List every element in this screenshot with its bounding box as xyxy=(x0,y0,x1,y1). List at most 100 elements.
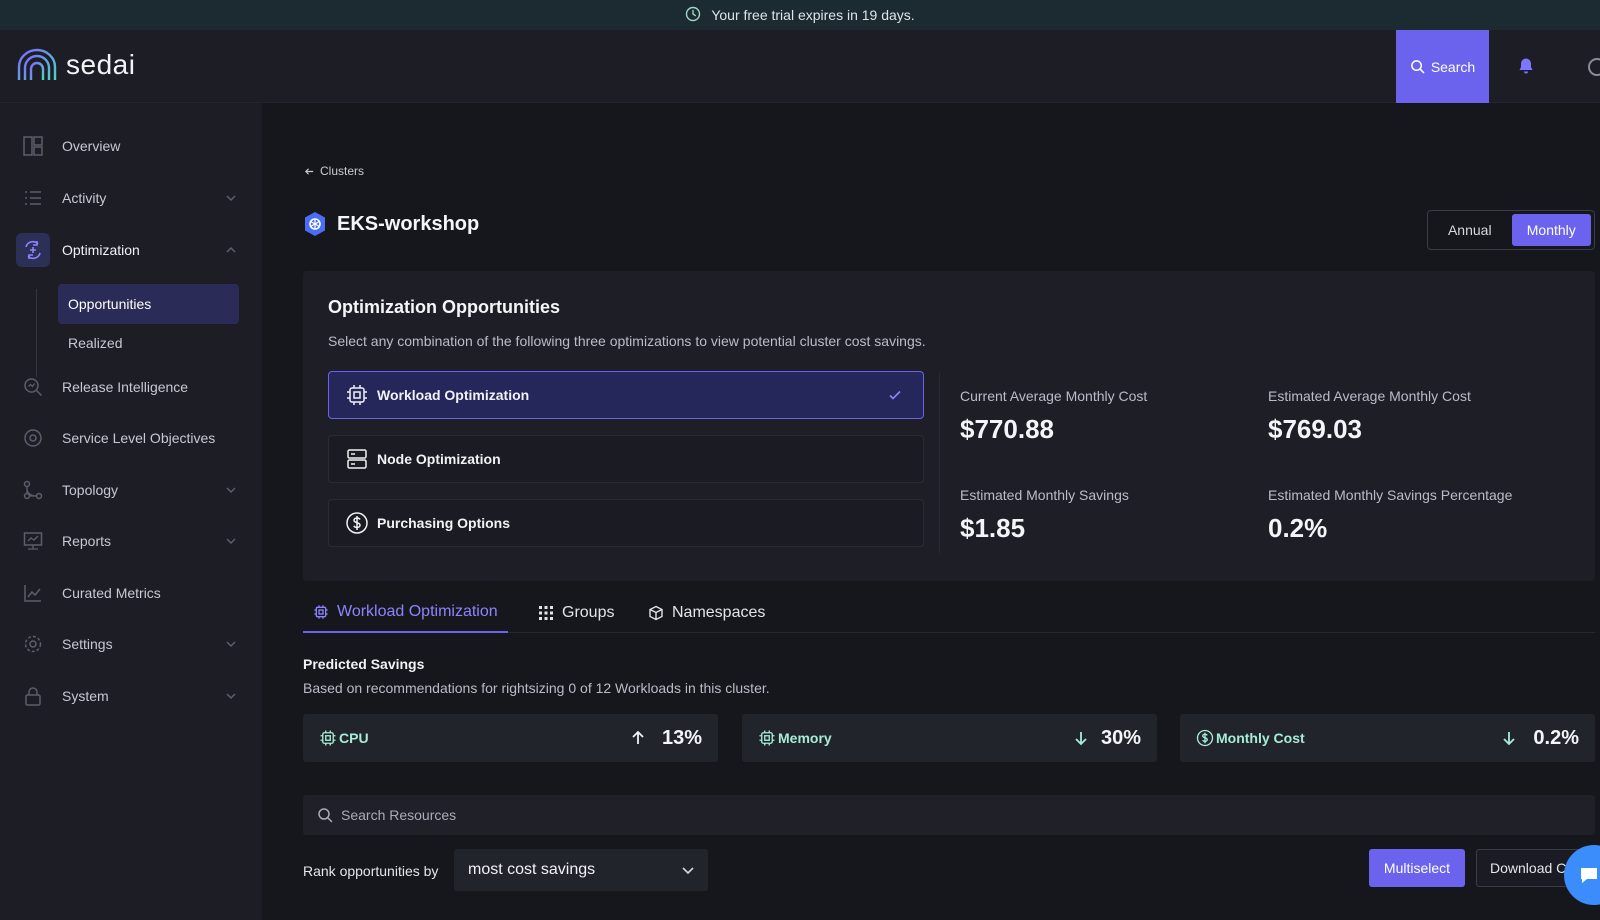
sidebar-item-slo[interactable]: Service Level Objectives xyxy=(0,418,262,458)
tab-namespaces[interactable]: Namespaces xyxy=(648,593,765,633)
dollar-circle-icon xyxy=(1196,729,1214,747)
sidebar-item-overview[interactable]: Overview xyxy=(0,126,262,166)
savings-card-monthly-cost: Monthly Cost 0.2% xyxy=(1180,714,1595,762)
metric-value: 0.2% xyxy=(1268,513,1328,543)
target-icon xyxy=(22,427,44,449)
resource-search-input[interactable] xyxy=(341,795,1541,835)
sidebar-item-label: Curated Metrics xyxy=(62,585,161,601)
sidebar-item-label: Topology xyxy=(62,482,119,498)
savings-card-label: Monthly Cost xyxy=(1216,730,1305,746)
metric-label: Estimated Average Monthly Cost xyxy=(1268,388,1471,404)
cpu-icon xyxy=(347,385,367,405)
optimization-opportunities-panel: Optimization Opportunities Select any co… xyxy=(303,271,1595,581)
rank-label: Rank opportunities by xyxy=(303,863,439,879)
sidebar-item-label: Release Intelligence xyxy=(62,379,189,395)
lock-icon xyxy=(22,685,44,707)
option-workload-optimization[interactable]: Workload Optimization xyxy=(328,371,924,419)
grid-icon xyxy=(539,606,553,620)
sidebar-item-label: Service Level Objectives xyxy=(62,430,216,446)
sidebar-item-label: Overview xyxy=(62,138,121,154)
sidebar: Overview Activity Optimization Opportuni… xyxy=(0,103,262,920)
panel-description: Select any combination of the following … xyxy=(328,333,926,349)
tab-label: Groups xyxy=(562,604,615,621)
option-purchasing-options[interactable]: Purchasing Options xyxy=(328,499,924,547)
metric-estimated-monthly-cost: Estimated Average Monthly Cost $769.03 xyxy=(1268,388,1471,445)
sidebar-item-curated-metrics[interactable]: Curated Metrics xyxy=(0,573,262,613)
page-header: EKS-workshop xyxy=(303,211,479,237)
top-bar: sedai Search xyxy=(0,30,1600,103)
metric-current-monthly-cost: Current Average Monthly Cost $770.88 xyxy=(960,388,1147,445)
sedai-logo-icon xyxy=(17,48,57,80)
line-chart-icon xyxy=(22,582,44,604)
sidebar-item-optimization[interactable]: Optimization xyxy=(0,230,262,270)
savings-card-memory: Memory 30% xyxy=(742,714,1157,762)
sidebar-subitem-opportunities[interactable]: Opportunities xyxy=(58,284,239,324)
cpu-icon xyxy=(320,730,336,746)
arrow-down-icon xyxy=(1503,732,1515,746)
metric-savings-percentage: Estimated Monthly Savings Percentage 0.2… xyxy=(1268,487,1512,544)
sidebar-item-settings[interactable]: Settings xyxy=(0,624,262,664)
list-icon xyxy=(22,187,44,209)
chevron-down-icon xyxy=(226,641,236,648)
chat-icon xyxy=(1581,868,1597,883)
option-label: Purchasing Options xyxy=(377,515,511,531)
topology-icon xyxy=(22,479,44,501)
sedai-logo[interactable]: sedai xyxy=(16,48,135,82)
dollar-circle-icon xyxy=(346,512,368,534)
sidebar-item-label: Reports xyxy=(62,533,112,549)
search-button-label: Search xyxy=(1430,58,1476,75)
metric-value: $769.03 xyxy=(1268,414,1362,444)
rank-select[interactable]: most cost savings xyxy=(454,849,708,891)
bell-icon[interactable] xyxy=(1516,56,1536,76)
user-avatar-icon[interactable] xyxy=(1588,58,1600,76)
chevron-down-icon xyxy=(226,487,236,494)
savings-card-label: Memory xyxy=(778,730,832,746)
chevron-up-icon xyxy=(226,246,236,253)
arrow-down-icon xyxy=(1075,732,1087,746)
sidebar-subitem-realized[interactable]: Realized xyxy=(58,323,239,363)
server-icon xyxy=(347,449,367,469)
sidebar-item-label: Activity xyxy=(62,190,107,206)
tab-label: Workload Optimization xyxy=(337,603,498,620)
option-node-optimization[interactable]: Node Optimization xyxy=(328,435,924,483)
sidebar-item-topology[interactable]: Topology xyxy=(0,470,262,510)
tab-groups[interactable]: Groups xyxy=(538,593,614,633)
breadcrumb[interactable]: Clusters xyxy=(304,164,364,178)
chevron-down-icon xyxy=(226,195,236,202)
chevron-down-icon xyxy=(682,867,694,875)
panel-divider xyxy=(939,373,940,553)
sidebar-item-activity[interactable]: Activity xyxy=(0,178,262,218)
optimization-icon xyxy=(16,233,50,267)
metric-estimated-monthly-savings: Estimated Monthly Savings $1.85 xyxy=(960,487,1129,544)
trial-banner: Your free trial expires in 19 days. xyxy=(0,0,1600,30)
metric-label: Current Average Monthly Cost xyxy=(960,388,1148,404)
breadcrumb-clusters[interactable]: Clusters xyxy=(320,164,364,178)
sidebar-item-reports[interactable]: Reports xyxy=(0,521,262,561)
chevron-down-icon xyxy=(226,538,236,545)
tab-workload-optimization[interactable]: Workload Optimization xyxy=(303,593,508,633)
savings-card-label: CPU xyxy=(339,730,369,746)
toggle-monthly[interactable]: Monthly xyxy=(1511,214,1591,246)
multiselect-button[interactable]: Multiselect xyxy=(1369,849,1465,887)
check-icon xyxy=(889,390,901,400)
sidebar-item-label: Optimization xyxy=(62,242,140,258)
predicted-savings-title: Predicted Savings xyxy=(303,656,425,672)
trial-banner-text: Your free trial expires in 19 days. xyxy=(711,7,915,23)
panel-title: Optimization Opportunities xyxy=(328,297,560,317)
period-toggle: Annual Monthly xyxy=(1427,210,1595,250)
chevron-down-icon xyxy=(226,693,236,700)
metric-value: $1.85 xyxy=(960,513,1026,543)
savings-card-value: 0.2% xyxy=(1533,726,1579,749)
main-content: Clusters EKS-workshop Annual Monthly Opt… xyxy=(262,103,1600,920)
metric-value: $770.88 xyxy=(960,414,1054,444)
savings-card-value: 13% xyxy=(661,726,702,749)
savings-card-cpu: CPU 13% xyxy=(303,714,718,762)
sidebar-item-system[interactable]: System xyxy=(0,676,262,716)
sidebar-item-release-intelligence[interactable]: Release Intelligence xyxy=(0,367,262,407)
option-label: Workload Optimization xyxy=(377,387,530,403)
sidebar-item-label: System xyxy=(62,688,109,704)
global-search-button[interactable]: Search xyxy=(1396,30,1489,103)
toggle-annual[interactable]: Annual xyxy=(1431,214,1509,246)
tab-label: Namespaces xyxy=(672,604,766,621)
kubernetes-icon xyxy=(305,212,325,236)
